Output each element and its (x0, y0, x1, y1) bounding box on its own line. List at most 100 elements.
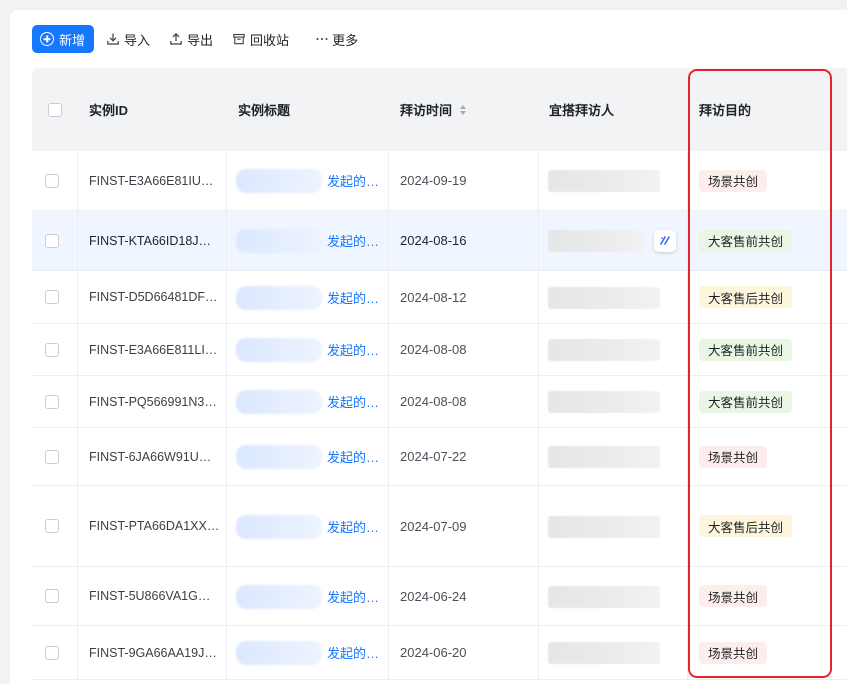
export-button[interactable]: 导出 (169, 25, 213, 53)
instance-title-link[interactable]: 发起的… (327, 517, 379, 536)
instance-id-cell[interactable]: FINST-9GA66AA19J… (89, 626, 217, 679)
instance-id[interactable]: FINST-PQ566991N3… (89, 395, 217, 409)
row-select-cell[interactable] (45, 151, 59, 210)
row-checkbox[interactable] (45, 394, 59, 409)
visitor-cell[interactable] (548, 626, 678, 679)
select-all-cell[interactable] (48, 68, 62, 151)
column-header-visit-time[interactable]: 拜访时间 (400, 68, 467, 151)
table-row[interactable]: FINST-PQ566991N3… 发起的… 2024-08-08 大客售前共创 (32, 376, 847, 428)
instance-id-cell[interactable]: FINST-PQ566991N3… (89, 376, 217, 427)
select-all-checkbox[interactable] (48, 102, 62, 117)
column-header-title[interactable]: 实例标题 (238, 68, 290, 151)
table-row[interactable]: FINST-5U866VA1G… 发起的… 2024-06-24 场景共创 (32, 567, 847, 626)
visitor-cell[interactable] (548, 376, 678, 427)
more-button-label: 更多 (332, 32, 359, 48)
row-select-cell[interactable] (45, 324, 59, 375)
instance-id[interactable]: FINST-PTA66DA1XX… (89, 519, 219, 533)
visitor-cell[interactable] (548, 486, 678, 566)
ai-assistant-icon[interactable] (654, 230, 676, 252)
add-button[interactable]: 新增 (32, 25, 95, 53)
instance-id-cell[interactable]: FINST-PTA66DA1XX… (89, 486, 219, 566)
table-row[interactable]: FINST-E3A66E811LI… 发起的… 2024-08-08 大客售前共创 (32, 324, 847, 376)
row-checkbox[interactable] (45, 173, 59, 188)
row-checkbox[interactable] (45, 589, 59, 603)
instance-id[interactable]: FINST-KTA66ID18J… (89, 234, 211, 248)
redacted-visitor-block (548, 286, 660, 309)
instance-title-link[interactable]: 发起的… (327, 643, 379, 662)
table-row[interactable]: FINST-D5D66481DF… 发起的… 2024-08-12 大客售后共创 (32, 271, 847, 324)
visitor-cell[interactable] (548, 151, 678, 210)
column-header-purpose[interactable]: 拜访目的 (699, 68, 751, 151)
row-checkbox[interactable] (45, 290, 59, 304)
import-icon (106, 32, 120, 46)
visitor-cell[interactable] (548, 567, 678, 625)
instance-title-cell[interactable]: 发起的… (236, 271, 384, 323)
table-row[interactable]: FINST-E3A66E81IU… 发起的… 2024-09-19 场景共创 (32, 151, 847, 211)
import-button[interactable]: 导入 (106, 25, 150, 53)
table-row[interactable]: FINST-PTA66DA1XX… 发起的… 2024-07-09 大客售后共创 (32, 486, 847, 567)
instance-title-cell[interactable]: 发起的… (236, 151, 384, 210)
redacted-title-block (236, 641, 322, 665)
sort-icon[interactable] (460, 104, 467, 115)
instance-id[interactable]: FINST-9GA66AA19J… (89, 646, 217, 660)
visitor-cell[interactable] (548, 211, 678, 270)
more-button[interactable]: 更多 (315, 25, 358, 53)
visitor-cell[interactable] (548, 324, 678, 375)
table-row[interactable]: FINST-KTA66ID18J… 发起的… 2024-08-16 大客售前共创 (32, 211, 847, 271)
instance-title-link[interactable]: 发起的… (327, 340, 379, 359)
table-row[interactable]: FINST-9GA66AA19J… 发起的… 2024-06-20 场景共创 (32, 626, 847, 680)
row-select-cell[interactable] (45, 567, 59, 625)
redacted-title-block (236, 584, 322, 609)
instance-id[interactable]: FINST-6JA66W91U… (89, 450, 211, 464)
recycle-bin-button[interactable]: 回收站 (232, 25, 289, 53)
instance-title-link[interactable]: 发起的… (327, 392, 379, 411)
row-select-cell[interactable] (45, 428, 59, 485)
row-checkbox[interactable] (45, 233, 59, 248)
instance-id-cell[interactable]: FINST-5U866VA1G… (89, 567, 210, 625)
instance-title-cell[interactable]: 发起的… (236, 428, 384, 485)
row-select-cell[interactable] (45, 211, 59, 270)
instance-title-cell[interactable]: 发起的… (236, 626, 384, 679)
visit-purpose-cell: 场景共创 (699, 567, 768, 625)
recycle-bin-icon (232, 32, 246, 46)
table-row[interactable]: FINST-6JA66W91U… 发起的… 2024-07-22 场景共创 (32, 428, 847, 486)
instance-title-cell[interactable]: 发起的… (236, 567, 384, 625)
instance-title-cell[interactable]: 发起的… (236, 324, 384, 375)
visit-purpose-tag: 场景共创 (699, 169, 768, 192)
row-checkbox[interactable] (45, 342, 59, 357)
row-select-cell[interactable] (45, 486, 59, 566)
row-checkbox[interactable] (45, 519, 59, 533)
instance-title-cell[interactable]: 发起的… (236, 376, 384, 427)
visit-purpose-cell: 场景共创 (699, 626, 768, 679)
visit-date: 2024-08-16 (400, 233, 467, 248)
instance-title-link[interactable]: 发起的… (327, 171, 379, 190)
instance-title-link[interactable]: 发起的… (327, 587, 379, 606)
visit-purpose-tag: 大客售前共创 (699, 338, 793, 361)
instance-id-cell[interactable]: FINST-D5D66481DF… (89, 271, 218, 323)
row-select-cell[interactable] (45, 271, 59, 323)
instance-title-link[interactable]: 发起的… (327, 288, 379, 307)
visit-date-cell: 2024-07-22 (400, 428, 467, 485)
instance-title-cell[interactable]: 发起的… (236, 211, 384, 270)
instance-title-link[interactable]: 发起的… (327, 231, 379, 250)
visitor-cell[interactable] (548, 271, 678, 323)
row-checkbox[interactable] (45, 645, 59, 660)
column-header-visitor[interactable]: 宜搭拜访人 (549, 68, 614, 151)
column-header-id[interactable]: 实例ID (89, 68, 128, 151)
instance-title-cell[interactable]: 发起的… (236, 486, 384, 566)
instance-id-cell[interactable]: FINST-6JA66W91U… (89, 428, 211, 485)
instance-id-cell[interactable]: FINST-KTA66ID18J… (89, 211, 211, 270)
instance-title-link[interactable]: 发起的… (327, 447, 379, 466)
row-select-cell[interactable] (45, 376, 59, 427)
visit-purpose-cell: 场景共创 (699, 151, 768, 210)
instance-id-cell[interactable]: FINST-E3A66E81IU… (89, 151, 213, 210)
row-checkbox[interactable] (45, 449, 59, 464)
instance-id[interactable]: FINST-5U866VA1G… (89, 589, 210, 603)
instance-id[interactable]: FINST-E3A66E811LI… (89, 343, 217, 357)
instance-id[interactable]: FINST-E3A66E81IU… (89, 174, 213, 188)
instance-id[interactable]: FINST-D5D66481DF… (89, 290, 218, 304)
row-select-cell[interactable] (45, 626, 59, 679)
visitor-cell[interactable] (548, 428, 678, 485)
visit-date-cell: 2024-08-08 (400, 376, 467, 427)
instance-id-cell[interactable]: FINST-E3A66E811LI… (89, 324, 217, 375)
